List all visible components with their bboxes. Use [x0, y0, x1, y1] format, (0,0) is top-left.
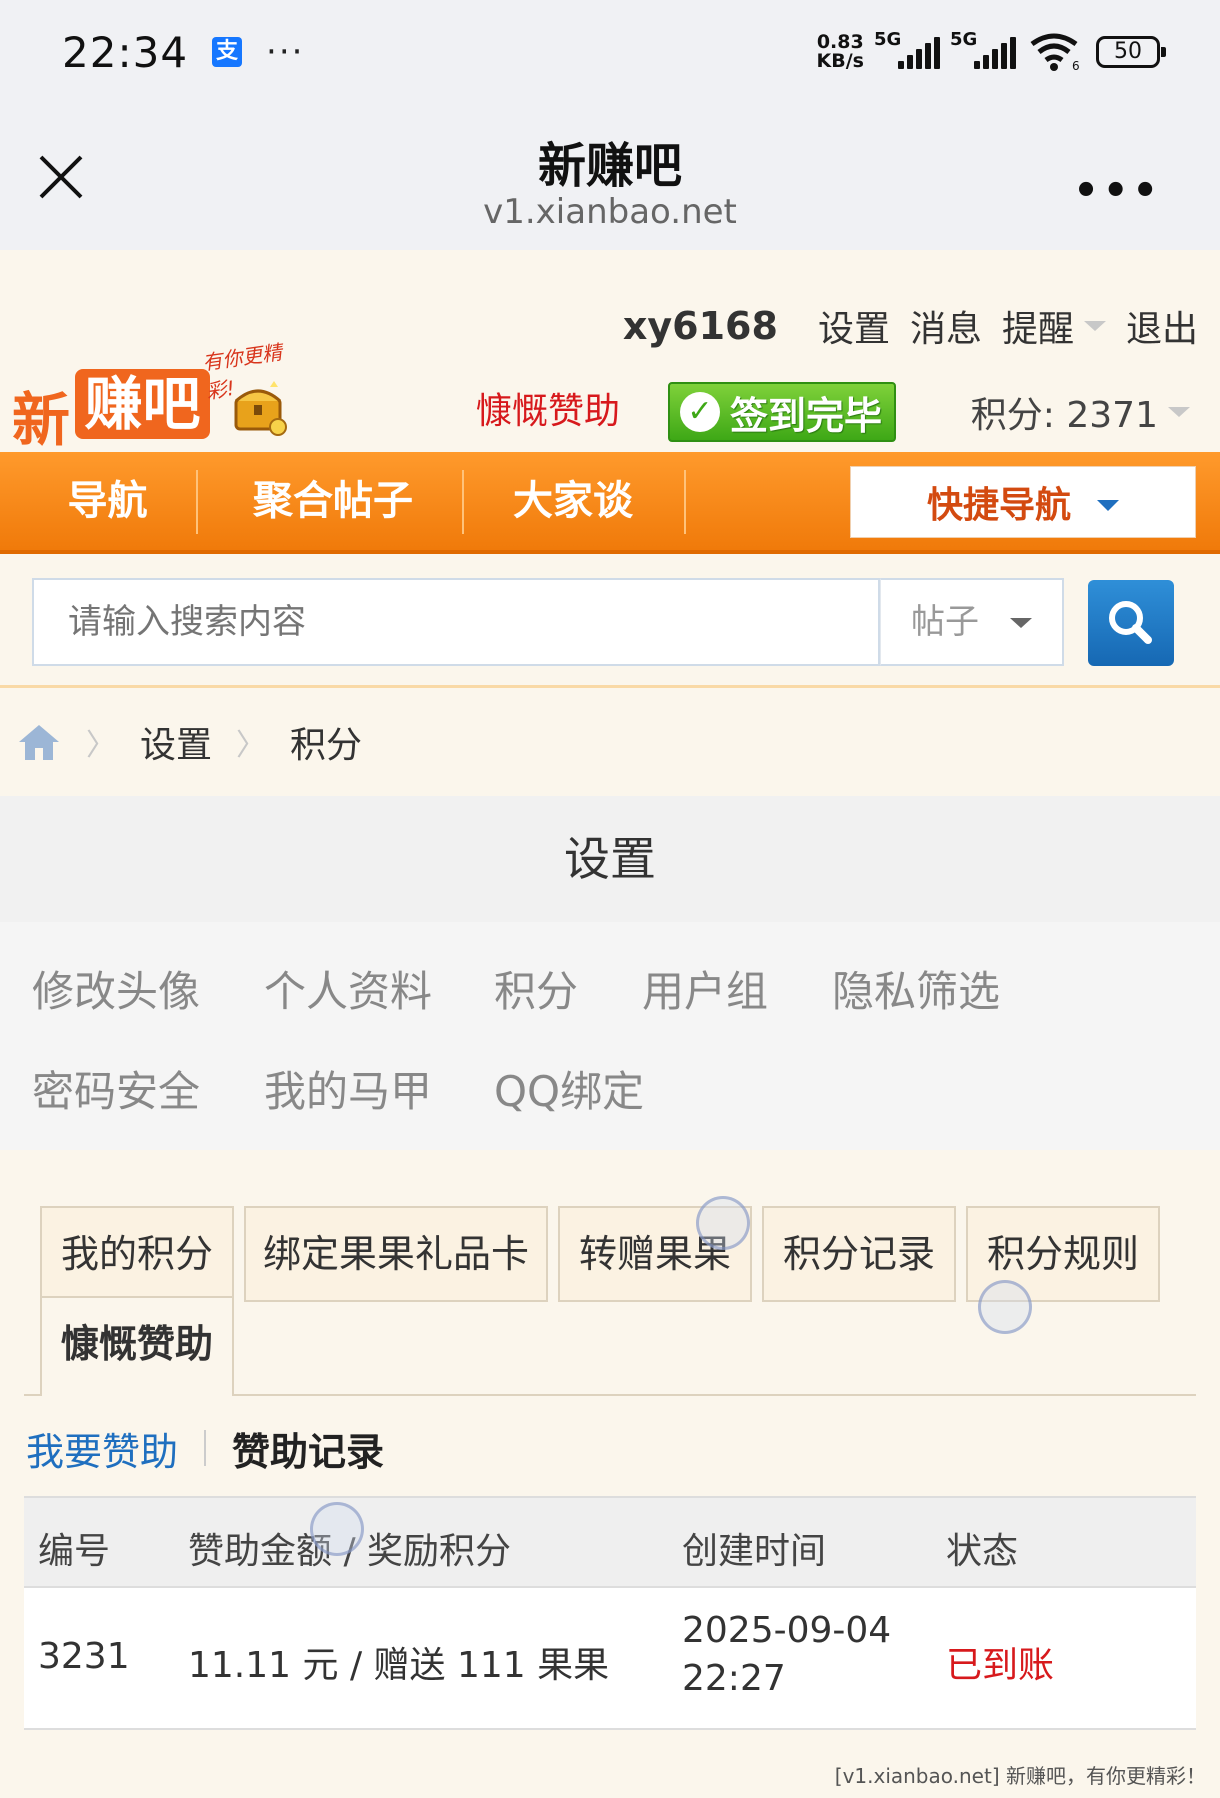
wifi-icon: 6	[1030, 33, 1080, 72]
network-speed: 0.83 KB/s	[816, 31, 864, 72]
subtab-donate-now[interactable]: 我要赞助	[26, 1421, 178, 1476]
svg-text:6: 6	[1072, 59, 1080, 72]
breadcrumb: 〉 设置 〉 积分	[0, 688, 1220, 796]
settings-menu: 修改头像 个人资料 积分 用户组 隐私筛选 密码安全 我的马甲 QQ绑定	[0, 922, 1220, 1150]
tab-my-points[interactable]: 我的积分	[40, 1206, 234, 1302]
breadcrumb-separator-icon: 〉	[236, 728, 267, 763]
tab-bind-giftcard[interactable]: 绑定果果礼品卡	[244, 1206, 548, 1302]
reminders-dropdown-icon[interactable]	[1083, 321, 1106, 331]
touch-indicator	[696, 1196, 750, 1250]
tab-donate[interactable]: 慷慨赞助	[40, 1296, 234, 1396]
browser-title-bar: 新赚吧 v1.xianbao.net •••	[0, 104, 1220, 250]
settings-item-qq-bind[interactable]: QQ绑定	[494, 1058, 644, 1119]
page-url: v1.xianbao.net	[483, 192, 737, 232]
reminders-link[interactable]: 提醒	[1002, 300, 1074, 352]
settings-item-usergroup[interactable]: 用户组	[642, 958, 768, 1019]
column-header-status: 状态	[946, 1531, 1019, 1572]
breadcrumb-separator-icon: 〉	[86, 728, 116, 763]
alipay-icon: 支	[212, 37, 243, 67]
tab-points-log[interactable]: 积分记录	[762, 1206, 956, 1302]
site-logo[interactable]: 新 赚吧 有你更精彩!	[12, 295, 302, 454]
settings-item-profile[interactable]: 个人资料	[264, 958, 432, 1019]
nav-item-navigation[interactable]: 导航	[30, 452, 185, 550]
site-header: 新 赚吧 有你更精彩! xy6168 设置 消息 提醒 退出 慷慨赞助 ✓ 签到…	[0, 250, 1220, 454]
settings-item-points[interactable]: 积分	[494, 958, 578, 1019]
settings-item-privacy[interactable]: 隐私筛选	[832, 958, 1000, 1019]
more-menu-icon[interactable]: •••	[1073, 168, 1162, 214]
username[interactable]: xy6168	[623, 304, 778, 348]
user-links: xy6168 设置 消息 提醒 退出	[623, 300, 1198, 352]
touch-indicator	[978, 1280, 1032, 1334]
status-bar: 22:34 支 ··· 0.83 KB/s 5G 5G 6 50	[0, 0, 1220, 104]
search-input[interactable]	[32, 578, 880, 666]
logout-link[interactable]: 退出	[1126, 300, 1198, 352]
donation-table: 编号 赞助金额 / 奖励积分 创建时间 状态 3231 11.11 元 / 赠送…	[24, 1496, 1196, 1730]
settings-item-avatar[interactable]: 修改头像	[32, 958, 200, 1019]
nav-item-discussion[interactable]: 大家谈	[476, 452, 670, 550]
points-tabs: 我的积分 绑定果果礼品卡 转赠果果 积分记录 积分规则 慷慨赞助	[0, 1150, 1220, 1400]
subtab-donate-records[interactable]: 赞助记录	[232, 1421, 384, 1476]
donate-link[interactable]: 慷慨赞助	[476, 382, 620, 434]
signal-5g-icon: 5G	[950, 29, 1016, 69]
donate-subtabs: 我要赞助 赞助记录	[0, 1400, 1220, 1496]
treasure-chest-icon	[234, 381, 287, 436]
signal-5g-icon: 5G	[874, 29, 940, 69]
row-date: 2025-09-04	[682, 1610, 892, 1651]
check-icon: ✓	[680, 392, 720, 432]
settings-title: 设置	[0, 796, 1220, 922]
points-dropdown-icon[interactable]	[1168, 407, 1190, 417]
page-title: 新赚吧	[537, 138, 682, 194]
chevron-down-icon	[1010, 618, 1032, 628]
chevron-down-icon	[1097, 499, 1119, 511]
settings-link[interactable]: 设置	[818, 300, 890, 352]
settings-item-alias[interactable]: 我的马甲	[264, 1058, 432, 1119]
notification-overflow-icon: ···	[266, 32, 305, 72]
search-icon	[1109, 601, 1152, 644]
main-nav: 导航 聚合帖子 大家谈 快捷导航	[0, 452, 1220, 554]
clock: 22:34	[62, 27, 189, 77]
search-button[interactable]	[1088, 580, 1174, 666]
column-header-id: 编号	[38, 1531, 111, 1572]
search-row: 帖子	[0, 556, 1220, 688]
row-status: 已到账	[946, 1645, 1055, 1686]
quick-nav-dropdown[interactable]: 快捷导航	[850, 466, 1196, 538]
search-type-select[interactable]: 帖子	[880, 578, 1064, 666]
breadcrumb-points[interactable]: 积分	[290, 716, 362, 768]
table-header: 编号 赞助金额 / 奖励积分 创建时间 状态	[24, 1496, 1196, 1588]
table-row: 3231 11.11 元 / 赠送 111 果果 2025-09-04 22:2…	[24, 1588, 1196, 1730]
row-amount: 11.11 元 / 赠送 111 果果	[188, 1645, 610, 1686]
footer-note: [v1.xianbao.net] 新赚吧，有你更精彩！	[834, 1764, 1206, 1788]
subtab-divider	[204, 1430, 207, 1466]
battery-icon: 50	[1096, 36, 1166, 68]
touch-indicator	[310, 1502, 364, 1556]
home-icon[interactable]	[16, 722, 62, 762]
row-time: 22:27	[682, 1658, 786, 1699]
breadcrumb-settings[interactable]: 设置	[140, 716, 212, 768]
settings-item-password[interactable]: 密码安全	[32, 1058, 200, 1119]
nav-item-aggregated-posts[interactable]: 聚合帖子	[210, 452, 456, 550]
row-id: 3231	[38, 1636, 130, 1677]
messages-link[interactable]: 消息	[910, 300, 982, 352]
column-header-created: 创建时间	[682, 1531, 827, 1572]
points-display[interactable]: 积分: 2371	[971, 386, 1190, 438]
signin-done-button[interactable]: ✓ 签到完毕	[668, 382, 896, 442]
